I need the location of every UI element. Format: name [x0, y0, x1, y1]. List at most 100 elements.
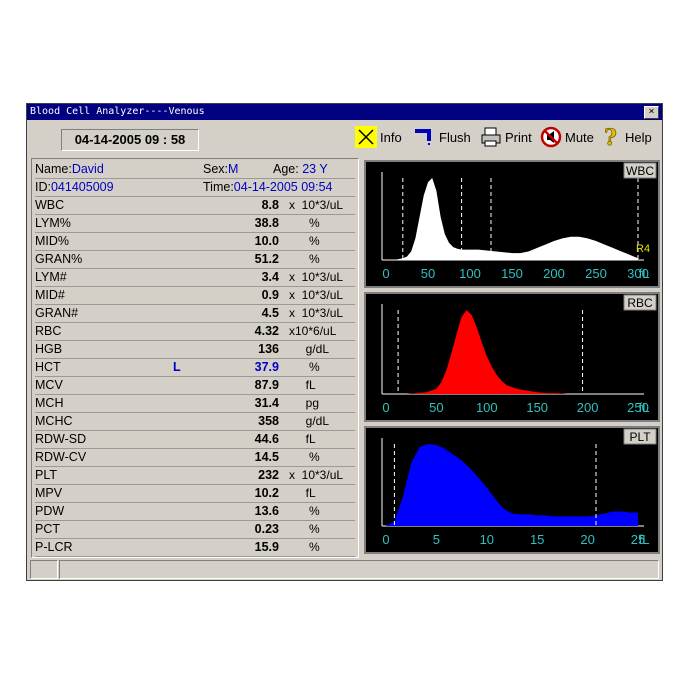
- patient-row-2: ID:041405009 Time:04-14-2005 09:54: [35, 179, 355, 197]
- result-value: 31.4: [254, 396, 279, 410]
- age-label: Age:: [273, 162, 299, 176]
- result-label: RDW-SD: [35, 432, 87, 446]
- result-unit: %: [289, 360, 320, 374]
- id-label: ID:: [35, 180, 51, 194]
- x-tick-label: 250: [585, 266, 607, 281]
- window-title: Blood Cell Analyzer----Venous: [30, 106, 205, 117]
- patient-name: David: [71, 162, 104, 176]
- result-row: MID# 0.9 x 10*3/uL: [35, 287, 355, 305]
- result-unit: pg: [289, 396, 320, 410]
- result-label: P-LCR: [35, 540, 73, 554]
- result-unit: %: [289, 522, 320, 536]
- x-tick-label: 100: [459, 266, 481, 281]
- print-label: Print: [505, 129, 532, 145]
- result-row: LYM% 38.8 %: [35, 215, 355, 233]
- title-bar[interactable]: Blood Cell Analyzer----Venous ×: [27, 104, 662, 120]
- result-value: 87.9: [254, 378, 279, 392]
- result-value: 3.4: [261, 270, 279, 284]
- result-value: 38.8: [254, 216, 279, 230]
- marker-label: R4: [636, 243, 650, 255]
- result-value: 10.0: [254, 234, 279, 248]
- result-value: 10.2: [254, 486, 279, 500]
- result-unit: g/dL: [289, 414, 330, 428]
- result-label: RDW-CV: [35, 450, 87, 464]
- x-tick-label: 5: [433, 532, 440, 547]
- help-icon: ?: [600, 125, 622, 152]
- status-cell-2: [59, 560, 659, 579]
- x-tick-label: 200: [543, 266, 565, 281]
- x-tick-label: 20: [580, 532, 594, 547]
- sex-label: Sex:: [203, 162, 229, 176]
- result-label: LYM#: [35, 270, 67, 284]
- analyzer-window: Blood Cell Analyzer----Venous × 04-14-20…: [26, 103, 663, 581]
- patient-row-1: Name:David Sex:M Age: 23 Y: [35, 161, 355, 179]
- svg-text:?: ?: [604, 126, 617, 148]
- result-value: 8.8: [261, 198, 279, 212]
- result-row: WBC 8.8 x 10*3/uL: [35, 197, 355, 215]
- name-label: Name:: [35, 162, 72, 176]
- result-label: MCHC: [35, 414, 73, 428]
- x-tick-label: 0: [382, 400, 389, 415]
- result-unit: x 10*3/uL: [289, 270, 344, 284]
- patient-age: 23 Y: [302, 162, 328, 176]
- results-panel: Name:David Sex:M Age: 23 Y ID:041405009 …: [31, 158, 359, 558]
- result-value: 0.23: [254, 522, 279, 536]
- sample-time: 04-14-2005 09:54: [233, 180, 333, 194]
- x-tick-label: fL: [639, 400, 650, 415]
- result-value: 14.5: [254, 450, 279, 464]
- help-label: Help: [625, 129, 652, 145]
- printer-icon: [480, 126, 502, 148]
- result-label: MCV: [35, 378, 63, 392]
- result-label: PDW: [35, 504, 65, 518]
- result-unit: g/dL: [289, 342, 330, 356]
- result-label: GRAN%: [35, 252, 83, 266]
- result-label: LYM%: [35, 216, 71, 230]
- rbc-histogram: 0 50 100 150 200 250fLRBC: [364, 292, 660, 422]
- close-button[interactable]: ×: [644, 106, 659, 119]
- result-row: MPV 10.2 fL: [35, 485, 355, 503]
- result-unit: %: [289, 540, 320, 554]
- result-label: HGB: [35, 342, 63, 356]
- chart-title: RBC: [627, 296, 653, 310]
- result-row: RDW-CV 14.5 %: [35, 449, 355, 467]
- result-value: 358: [258, 414, 279, 428]
- result-row: GRAN# 4.5 x 10*3/uL: [35, 305, 355, 323]
- print-button[interactable]: Print: [480, 124, 532, 150]
- x-tick-label: 100: [476, 400, 498, 415]
- plt-histogram: 0 5 10 15 20 25fLPLT: [364, 426, 660, 554]
- result-value: 232: [258, 468, 279, 482]
- result-label: PCT: [35, 522, 60, 536]
- result-label: MPV: [35, 486, 63, 500]
- result-value: 4.5: [261, 306, 279, 320]
- result-row: MCV 87.9 fL: [35, 377, 355, 395]
- patient-sex: M: [228, 162, 239, 176]
- help-button[interactable]: ? Help: [600, 124, 652, 152]
- result-unit: fL: [289, 432, 316, 446]
- flush-button[interactable]: Flush: [414, 124, 471, 150]
- result-value: 44.6: [254, 432, 279, 446]
- result-unit: %: [289, 216, 320, 230]
- mute-button[interactable]: Mute: [540, 124, 594, 150]
- patient-id: 041405009: [50, 180, 114, 194]
- result-unit: x 10*3/uL: [289, 198, 344, 212]
- result-row: RDW-SD 44.6 fL: [35, 431, 355, 449]
- result-row: PCT 0.23 %: [35, 521, 355, 539]
- histogram-area: [386, 310, 638, 394]
- result-unit: %: [289, 504, 320, 518]
- x-tick-label: 50: [429, 400, 443, 415]
- x-tick-label: 200: [577, 400, 599, 415]
- result-label: MID%: [35, 234, 70, 248]
- chart-title: PLT: [629, 430, 651, 444]
- result-label: PLT: [35, 468, 57, 482]
- result-row: PLT 232 x 10*3/uL: [35, 467, 355, 485]
- histogram-area: [386, 444, 638, 526]
- result-unit: %: [289, 234, 320, 248]
- histogram-area: [386, 178, 638, 260]
- result-row: P-LCR 15.9 %: [35, 539, 355, 557]
- result-value: 13.6: [254, 504, 279, 518]
- wbc-histogram: R40 50 100 150 200 250 300fLWBC: [364, 160, 660, 288]
- x-tick-label: 150: [526, 400, 548, 415]
- result-label: RBC: [35, 324, 62, 338]
- info-button[interactable]: Info: [355, 124, 402, 150]
- result-row: MCHC 358 g/dL: [35, 413, 355, 431]
